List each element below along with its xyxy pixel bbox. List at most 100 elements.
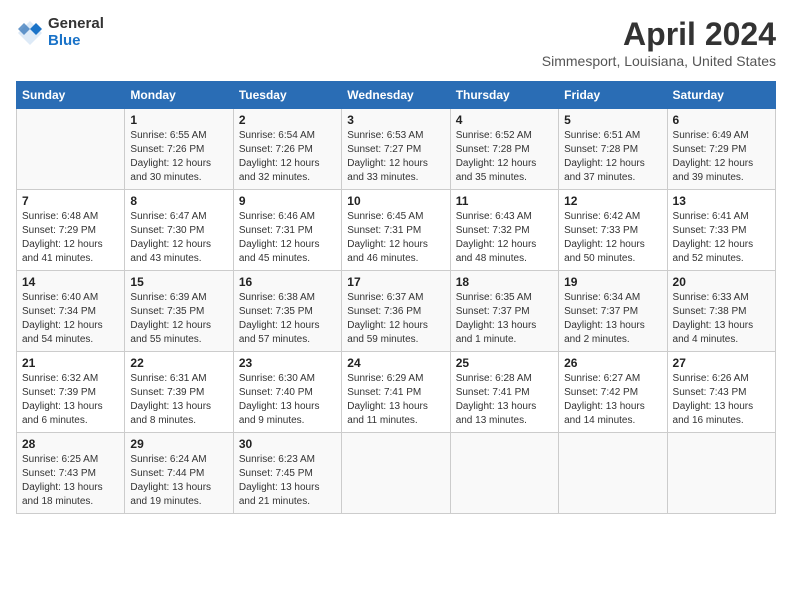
cell-info: Sunrise: 6:45 AM Sunset: 7:31 PM Dayligh… — [347, 210, 444, 266]
calendar-cell: 12 Sunrise: 6:42 AM Sunset: 7:33 PM Dayli… — [559, 190, 667, 271]
day-number: 15 — [130, 275, 227, 289]
header-row: SundayMondayTuesdayWednesdayThursdayFrid… — [17, 82, 776, 109]
cell-info: Sunrise: 6:38 AM Sunset: 7:35 PM Dayligh… — [239, 291, 336, 347]
calendar-cell: 24Sunrise: 6:29 AM Sunset: 7:41 PM Dayli… — [342, 352, 450, 433]
calendar-cell: 13 Sunrise: 6:41 AM Sunset: 7:33 PM Dayli… — [667, 190, 775, 271]
calendar-cell — [559, 433, 667, 514]
cell-info: Sunrise: 6:47 AM Sunset: 7:30 PM Dayligh… — [130, 210, 227, 266]
cell-info: Sunrise: 6:42 AM Sunset: 7:33 PM Dayligh… — [564, 210, 661, 266]
calendar-cell: 22 Sunrise: 6:31 AM Sunset: 7:39 PM Dayli… — [125, 352, 233, 433]
day-number: 18 — [456, 275, 553, 289]
day-number: 8 — [130, 194, 227, 208]
calendar-table: SundayMondayTuesdayWednesdayThursdayFrid… — [16, 81, 776, 514]
week-row-4: 28Sunrise: 6:25 AM Sunset: 7:43 PM Dayli… — [17, 433, 776, 514]
calendar-cell: 27 Sunrise: 6:26 AM Sunset: 7:43 PM Dayli… — [667, 352, 775, 433]
day-number: 1 — [130, 113, 227, 127]
calendar-cell — [342, 433, 450, 514]
cell-info: Sunrise: 6:35 AM Sunset: 7:37 PM Dayligh… — [456, 291, 553, 347]
day-number: 21 — [22, 356, 119, 370]
calendar-cell: 14 Sunrise: 6:40 AM Sunset: 7:34 PM Dayli… — [17, 271, 125, 352]
day-number: 26 — [564, 356, 661, 370]
day-number: 7 — [22, 194, 119, 208]
cell-info: Sunrise: 6:27 AM Sunset: 7:42 PM Dayligh… — [564, 372, 661, 428]
week-row-1: 7 Sunrise: 6:48 AM Sunset: 7:29 PM Daylig… — [17, 190, 776, 271]
calendar-cell: 23 Sunrise: 6:30 AM Sunset: 7:40 PM Dayli… — [233, 352, 341, 433]
logo-icon — [16, 19, 44, 47]
cell-info: Sunrise: 6:26 AM Sunset: 7:43 PM Dayligh… — [673, 372, 770, 428]
day-number: 25 — [456, 356, 553, 370]
day-number: 12 — [564, 194, 661, 208]
cell-info: Sunrise: 6:40 AM Sunset: 7:34 PM Dayligh… — [22, 291, 119, 347]
cell-info: Sunrise: 6:32 AM Sunset: 7:39 PM Dayligh… — [22, 372, 119, 428]
day-number: 3 — [347, 113, 444, 127]
day-number: 6 — [673, 113, 770, 127]
title-block: April 2024 Simmesport, Louisiana, United… — [542, 16, 776, 69]
day-number: 29 — [130, 437, 227, 451]
calendar-cell: 30 Sunrise: 6:23 AM Sunset: 7:45 PM Dayli… — [233, 433, 341, 514]
day-number: 2 — [239, 113, 336, 127]
calendar-cell: 2 Sunrise: 6:54 AM Sunset: 7:26 PM Daylig… — [233, 109, 341, 190]
day-number: 14 — [22, 275, 119, 289]
calendar-cell: 29Sunrise: 6:24 AM Sunset: 7:44 PM Dayli… — [125, 433, 233, 514]
calendar-cell: 16 Sunrise: 6:38 AM Sunset: 7:35 PM Dayli… — [233, 271, 341, 352]
day-number: 4 — [456, 113, 553, 127]
cell-info: Sunrise: 6:31 AM Sunset: 7:39 PM Dayligh… — [130, 372, 227, 428]
calendar-cell: 6Sunrise: 6:49 AM Sunset: 7:29 PM Daylig… — [667, 109, 775, 190]
logo-general: General — [48, 16, 104, 33]
calendar-cell: 3 Sunrise: 6:53 AM Sunset: 7:27 PM Daylig… — [342, 109, 450, 190]
logo: General Blue — [16, 16, 104, 49]
calendar-cell: 10 Sunrise: 6:45 AM Sunset: 7:31 PM Dayli… — [342, 190, 450, 271]
calendar-cell: 15 Sunrise: 6:39 AM Sunset: 7:35 PM Dayli… — [125, 271, 233, 352]
day-number: 27 — [673, 356, 770, 370]
cell-info: Sunrise: 6:25 AM Sunset: 7:43 PM Dayligh… — [22, 453, 119, 509]
cell-info: Sunrise: 6:34 AM Sunset: 7:37 PM Dayligh… — [564, 291, 661, 347]
header-day-wednesday: Wednesday — [342, 82, 450, 109]
cell-info: Sunrise: 6:39 AM Sunset: 7:35 PM Dayligh… — [130, 291, 227, 347]
day-number: 16 — [239, 275, 336, 289]
week-row-3: 21 Sunrise: 6:32 AM Sunset: 7:39 PM Dayli… — [17, 352, 776, 433]
header-day-tuesday: Tuesday — [233, 82, 341, 109]
cell-info: Sunrise: 6:30 AM Sunset: 7:40 PM Dayligh… — [239, 372, 336, 428]
calendar-cell: 21 Sunrise: 6:32 AM Sunset: 7:39 PM Dayli… — [17, 352, 125, 433]
cell-info: Sunrise: 6:33 AM Sunset: 7:38 PM Dayligh… — [673, 291, 770, 347]
cell-info: Sunrise: 6:41 AM Sunset: 7:33 PM Dayligh… — [673, 210, 770, 266]
cell-info: Sunrise: 6:29 AM Sunset: 7:41 PM Dayligh… — [347, 372, 444, 428]
day-number: 23 — [239, 356, 336, 370]
day-number: 13 — [673, 194, 770, 208]
calendar-cell: 19Sunrise: 6:34 AM Sunset: 7:37 PM Dayli… — [559, 271, 667, 352]
calendar-cell: 11 Sunrise: 6:43 AM Sunset: 7:32 PM Dayli… — [450, 190, 558, 271]
cell-info: Sunrise: 6:23 AM Sunset: 7:45 PM Dayligh… — [239, 453, 336, 509]
calendar-cell — [17, 109, 125, 190]
cell-info: Sunrise: 6:28 AM Sunset: 7:41 PM Dayligh… — [456, 372, 553, 428]
calendar-cell — [450, 433, 558, 514]
header-day-thursday: Thursday — [450, 82, 558, 109]
cell-info: Sunrise: 6:37 AM Sunset: 7:36 PM Dayligh… — [347, 291, 444, 347]
calendar-cell: 9 Sunrise: 6:46 AM Sunset: 7:31 PM Daylig… — [233, 190, 341, 271]
cell-info: Sunrise: 6:43 AM Sunset: 7:32 PM Dayligh… — [456, 210, 553, 266]
day-number: 10 — [347, 194, 444, 208]
header-day-saturday: Saturday — [667, 82, 775, 109]
calendar-body: 1 Sunrise: 6:55 AM Sunset: 7:26 PM Daylig… — [17, 109, 776, 514]
cell-info: Sunrise: 6:55 AM Sunset: 7:26 PM Dayligh… — [130, 129, 227, 185]
cell-info: Sunrise: 6:48 AM Sunset: 7:29 PM Dayligh… — [22, 210, 119, 266]
page-header: General Blue April 2024 Simmesport, Loui… — [16, 16, 776, 69]
day-number: 9 — [239, 194, 336, 208]
header-day-monday: Monday — [125, 82, 233, 109]
cell-info: Sunrise: 6:52 AM Sunset: 7:28 PM Dayligh… — [456, 129, 553, 185]
month-year: April 2024 — [542, 16, 776, 53]
calendar-cell: 26 Sunrise: 6:27 AM Sunset: 7:42 PM Dayli… — [559, 352, 667, 433]
calendar-cell: 17Sunrise: 6:37 AM Sunset: 7:36 PM Dayli… — [342, 271, 450, 352]
day-number: 30 — [239, 437, 336, 451]
day-number: 11 — [456, 194, 553, 208]
day-number: 22 — [130, 356, 227, 370]
cell-info: Sunrise: 6:54 AM Sunset: 7:26 PM Dayligh… — [239, 129, 336, 185]
calendar-cell: 28Sunrise: 6:25 AM Sunset: 7:43 PM Dayli… — [17, 433, 125, 514]
cell-info: Sunrise: 6:53 AM Sunset: 7:27 PM Dayligh… — [347, 129, 444, 185]
calendar-cell: 1 Sunrise: 6:55 AM Sunset: 7:26 PM Daylig… — [125, 109, 233, 190]
calendar-cell: 8 Sunrise: 6:47 AM Sunset: 7:30 PM Daylig… — [125, 190, 233, 271]
calendar-cell: 20 Sunrise: 6:33 AM Sunset: 7:38 PM Dayli… — [667, 271, 775, 352]
day-number: 20 — [673, 275, 770, 289]
cell-info: Sunrise: 6:51 AM Sunset: 7:28 PM Dayligh… — [564, 129, 661, 185]
cell-info: Sunrise: 6:46 AM Sunset: 7:31 PM Dayligh… — [239, 210, 336, 266]
calendar-cell — [667, 433, 775, 514]
